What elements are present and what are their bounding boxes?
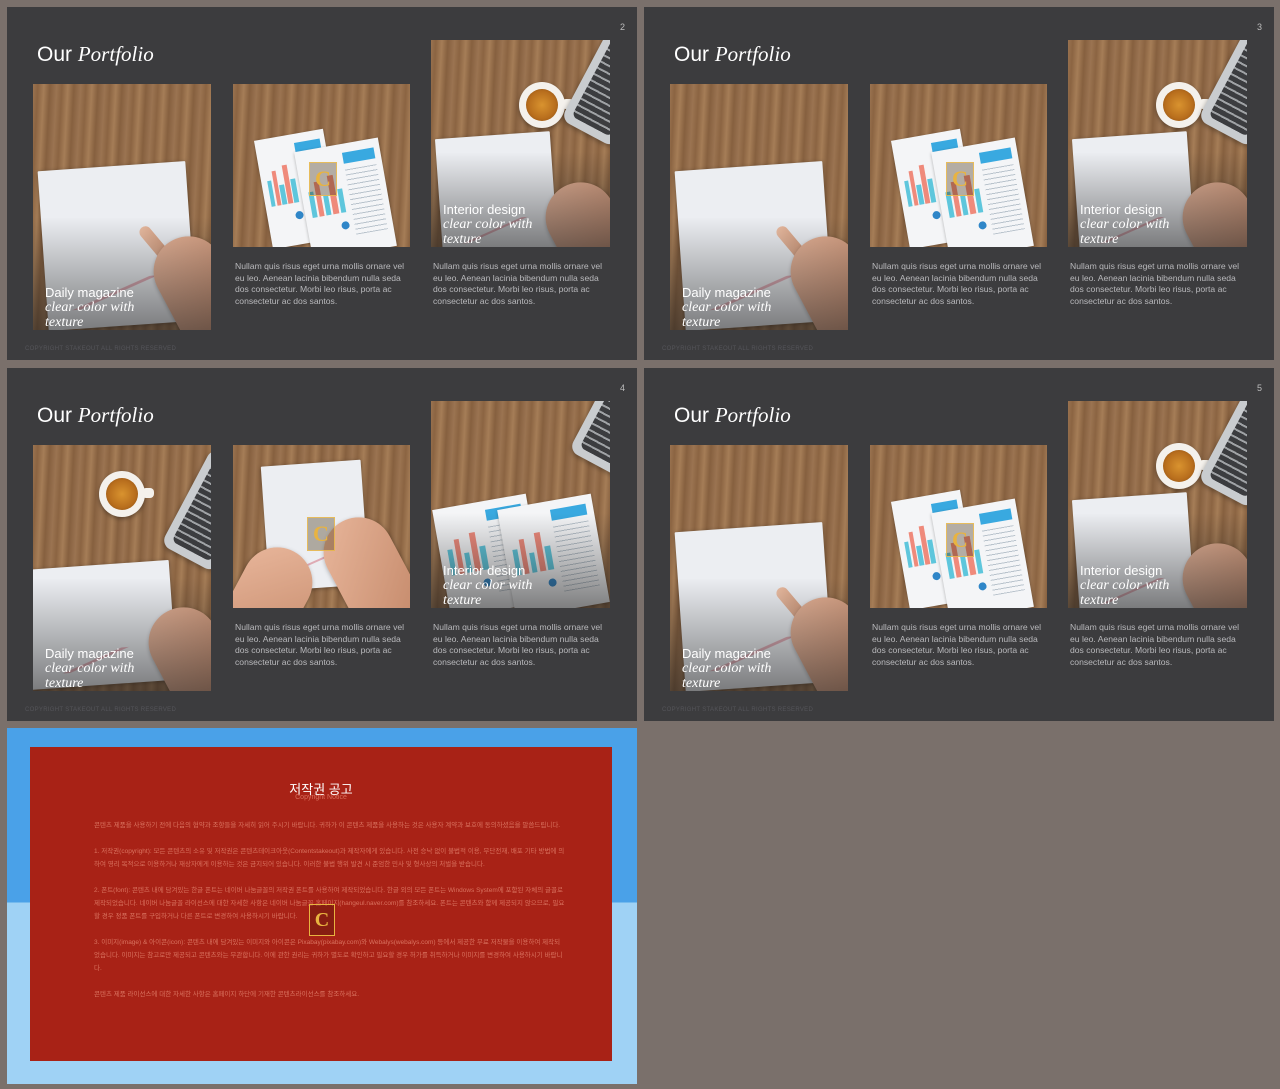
card-description: Nullam quis risus eget urna mollis ornar… (1070, 622, 1240, 667)
footer-note: COPYRIGHT STAKEOUT ALL RIGHTS RESERVED (25, 707, 177, 713)
slide-title: Our Portfolio (674, 42, 791, 67)
copyright-slide: 저작권 공고 Copyright Notice 콘텐츠 제품을 사용하기 전에 … (7, 728, 637, 1084)
photo-caption: Daily magazine clear color with texture (45, 285, 135, 330)
portfolio-slide: 4 Our Portfolio Daily magazine clear color … (7, 368, 637, 721)
slide-title: Our Portfolio (674, 403, 791, 428)
portfolio-photo-middle: C (233, 84, 410, 247)
logo-c-icon: C (946, 162, 974, 196)
card-description: Nullam quis risus eget urna mollis ornar… (872, 261, 1042, 306)
portfolio-photo-daily-magazine: Daily magazine clear color with texture (670, 445, 848, 691)
title-plain: Our (37, 404, 73, 427)
slide-title: Our Portfolio (37, 403, 154, 428)
portfolio-photo-interior-design: Interior design clear color with texture (431, 40, 610, 247)
card-description: Nullam quis risus eget urna mollis ornar… (433, 622, 603, 667)
title-italic: Portfolio (714, 403, 791, 427)
portfolio-photo-interior-design: Interior design clear color with texture (1068, 40, 1247, 247)
copyright-subtitle: Copyright Notice (295, 794, 347, 801)
logo-c-icon: C (307, 517, 335, 551)
title-italic: Portfolio (77, 42, 154, 66)
portfolio-photo-interior-design: Interior design clear color with texture (1068, 401, 1247, 608)
portfolio-photo-middle: C (870, 445, 1047, 608)
photo-caption: Daily magazine clear color with texture (45, 646, 135, 691)
footer-note: COPYRIGHT STAKEOUT ALL RIGHTS RESERVED (662, 346, 814, 352)
card-description: Nullam quis risus eget urna mollis ornar… (1070, 261, 1240, 306)
slide-number: 4 (619, 383, 625, 393)
copyright-paragraph: 1. 저작권(copyright): 모든 콘텐츠의 소유 및 저작권은 콘텐츠… (94, 848, 565, 868)
coffee-cup-icon (1156, 82, 1211, 128)
portfolio-photo-middle: C (870, 84, 1047, 247)
photo-caption: Interior design clear color with texture (443, 563, 533, 608)
photo-caption: Daily magazine clear color with texture (682, 646, 772, 691)
portfolio-slide: 5 Our Portfolio Daily magazine clear color … (644, 368, 1274, 721)
photo-caption: Interior design clear color with texture (1080, 563, 1170, 608)
portfolio-photo-daily-magazine: Daily magazine clear color with texture (670, 84, 848, 330)
portfolio-slide: 2 Our Portfolio Daily magazine clear color … (7, 7, 637, 360)
portfolio-photo-middle: C (233, 445, 410, 608)
logo-c-icon: C (309, 904, 335, 936)
portfolio-photo-daily-magazine: Daily magazine clear color with texture (33, 84, 211, 330)
portfolio-photo-daily-magazine: Daily magazine clear color with texture (33, 445, 211, 691)
portfolio-slide: 3 Our Portfolio Daily magazine clear color … (644, 7, 1274, 360)
title-plain: Our (37, 43, 73, 66)
laptop-icon (560, 40, 610, 148)
title-plain: Our (674, 404, 710, 427)
card-description: Nullam quis risus eget urna mollis ornar… (235, 622, 405, 667)
laptop-icon (160, 447, 211, 573)
copyright-paragraph: 콘텐츠 제품을 사용하기 전에 다음의 협약과 조항들을 자세히 읽어 주시기 … (94, 822, 561, 829)
slide-title: Our Portfolio (37, 42, 154, 67)
photo-caption: Interior design clear color with texture (443, 202, 533, 247)
logo-c-icon: C (309, 162, 337, 196)
copyright-panel: 저작권 공고 Copyright Notice 콘텐츠 제품을 사용하기 전에 … (30, 747, 612, 1061)
card-description: Nullam quis risus eget urna mollis ornar… (433, 261, 603, 306)
coffee-cup-icon (519, 82, 574, 128)
coffee-cup-icon (99, 471, 154, 517)
laptop-icon (568, 401, 610, 479)
laptop-icon (1197, 40, 1247, 148)
logo-c-icon: C (946, 523, 974, 557)
footer-note: COPYRIGHT STAKEOUT ALL RIGHTS RESERVED (25, 346, 177, 352)
coffee-cup-icon (1156, 443, 1211, 489)
title-italic: Portfolio (77, 403, 154, 427)
slide-number: 5 (1256, 383, 1262, 393)
photo-caption: Daily magazine clear color with texture (682, 285, 772, 330)
footer-note: COPYRIGHT STAKEOUT ALL RIGHTS RESERVED (662, 707, 814, 713)
slide-number: 3 (1256, 22, 1262, 32)
photo-caption: Interior design clear color with texture (1080, 202, 1170, 247)
copyright-paragraph: 3. 이미지(image) & 아이콘(icon): 콘텐츠 내에 담겨있는 이… (94, 939, 563, 972)
laptop-icon (1197, 401, 1247, 509)
title-plain: Our (674, 43, 710, 66)
card-description: Nullam quis risus eget urna mollis ornar… (872, 622, 1042, 667)
copyright-paragraph: 콘텐츠 제품 라이선스에 대한 자세한 사항은 홈페이지 하단에 기재한 콘텐츠… (94, 991, 360, 998)
slide-number: 2 (619, 22, 625, 32)
portfolio-photo-interior-design: Interior design clear color with texture (431, 401, 610, 608)
title-italic: Portfolio (714, 42, 791, 66)
card-description: Nullam quis risus eget urna mollis ornar… (235, 261, 405, 306)
